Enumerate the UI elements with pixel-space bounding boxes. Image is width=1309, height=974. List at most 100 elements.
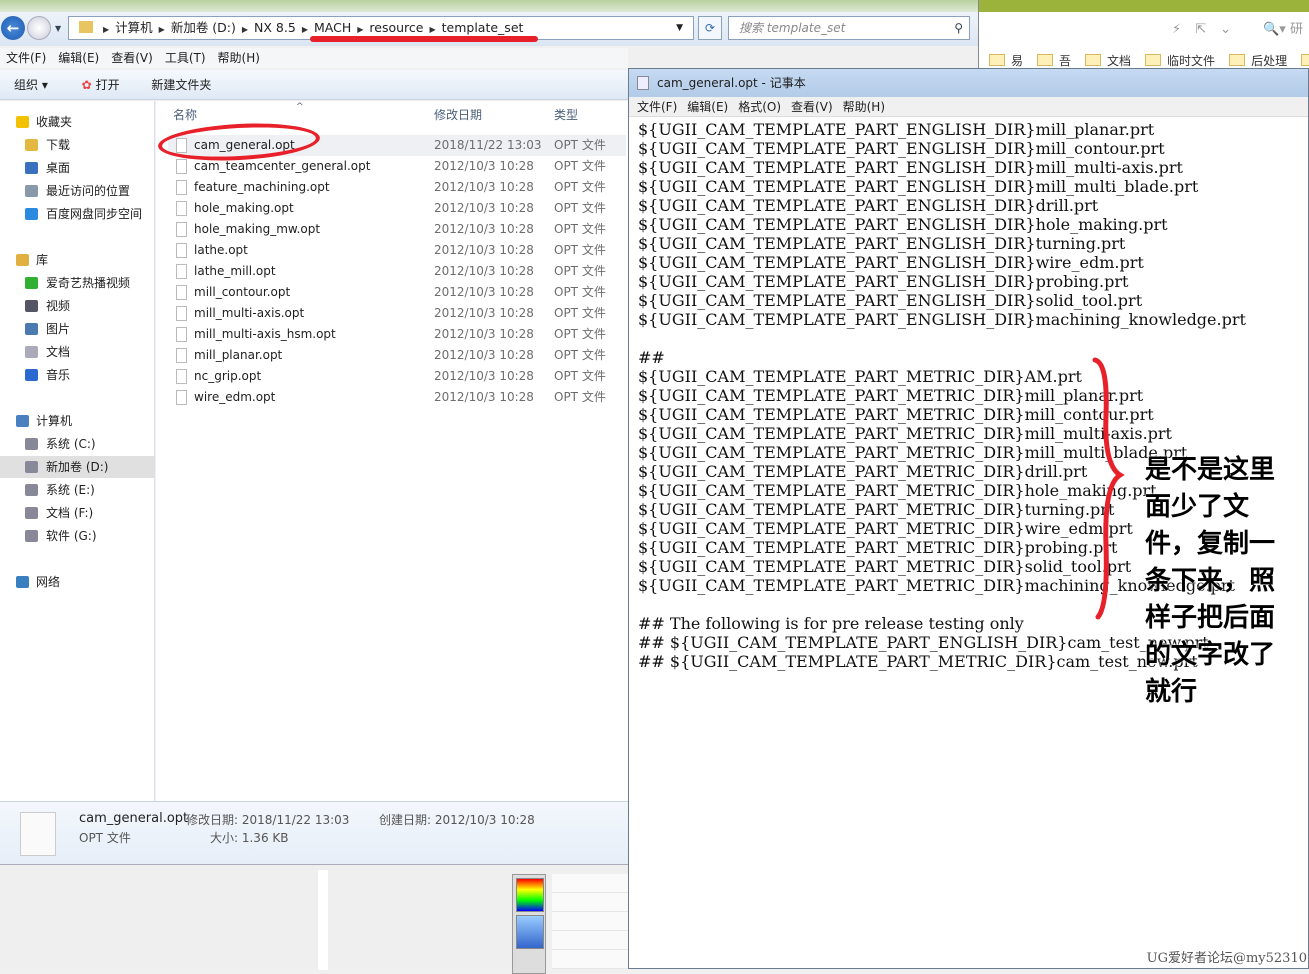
sidebar-item[interactable]: 最近访问的位置 — [0, 180, 154, 202]
notepad-menu-item[interactable]: 帮助(H) — [843, 100, 885, 114]
menu-item[interactable]: 文件(F) — [6, 51, 46, 65]
background-browser-window: ⚡⇱⌄ 🔍▾ 研 易吾文档临时文件后处理爱 — [978, 0, 1309, 70]
color-tool-icon[interactable] — [516, 878, 544, 912]
file-row[interactable]: hole_making.opt 2012/10/3 10:28 OPT 文件 — [168, 198, 626, 219]
sidebar-item-icon — [25, 300, 38, 312]
sidebar-item[interactable]: 文档 — [0, 341, 154, 363]
sidebar-item-label: 新加卷 (D:) — [46, 460, 109, 474]
notepad-menu-item[interactable]: 编辑(E) — [687, 100, 728, 114]
sidebar-item-icon — [16, 415, 29, 427]
breadcrumb-item[interactable]: resource — [369, 20, 423, 35]
sidebar-item[interactable]: 下载 — [0, 134, 154, 156]
file-row[interactable]: nc_grip.opt 2012/10/3 10:28 OPT 文件 — [168, 366, 626, 387]
breadcrumb-item[interactable]: MACH — [314, 20, 351, 35]
file-name: lathe_mill.opt — [194, 264, 276, 278]
notepad-titlebar[interactable]: cam_general.opt - 记事本 — [629, 69, 1308, 97]
menu-item[interactable]: 编辑(E) — [58, 51, 99, 65]
chevron-right-icon[interactable]: ▶ — [103, 25, 109, 34]
address-dropdown-icon[interactable]: ▼ — [676, 17, 683, 39]
breadcrumb-item[interactable]: NX 8.5 — [254, 20, 296, 35]
file-icon — [176, 285, 187, 300]
sidebar-item[interactable]: 新加卷 (D:) — [0, 456, 154, 478]
sidebar-item[interactable]: 库 — [0, 249, 154, 271]
file-row[interactable]: lathe.opt 2012/10/3 10:28 OPT 文件 — [168, 240, 626, 261]
open-button[interactable]: ✿ 打开 — [82, 78, 120, 92]
notepad-menu-item[interactable]: 查看(V) — [791, 100, 833, 114]
file-type: OPT 文件 — [554, 201, 606, 215]
sidebar-item[interactable]: 网络 — [0, 571, 154, 593]
search-icon: ⚲ — [954, 21, 963, 35]
notepad-menu-item[interactable]: 文件(F) — [637, 100, 677, 114]
sidebar-item-label: 图片 — [46, 322, 71, 336]
sidebar-item-label: 收藏夹 — [36, 115, 73, 129]
file-row[interactable]: mill_contour.opt 2012/10/3 10:28 OPT 文件 — [168, 282, 626, 303]
breadcrumb-item[interactable]: 计算机 — [115, 20, 153, 35]
sidebar-item-label: 文档 (F:) — [46, 506, 94, 520]
file-name: feature_machining.opt — [194, 180, 330, 194]
sidebar-item-label: 视频 — [46, 299, 71, 313]
sidebar-item-icon — [25, 507, 38, 519]
tool-path-icon[interactable] — [516, 915, 544, 949]
notepad-menu-item[interactable]: 格式(O) — [738, 100, 781, 114]
sidebar-item[interactable]: 软件 (G:) — [0, 525, 154, 547]
file-row[interactable]: mill_multi-axis_hsm.opt 2012/10/3 10:28 OP… — [168, 324, 626, 345]
sidebar-item[interactable]: 系统 (E:) — [0, 479, 154, 501]
chevron-right-icon[interactable]: ▶ — [302, 25, 308, 34]
sidebar-item[interactable]: 图片 — [0, 318, 154, 340]
refresh-button[interactable]: ⟳ — [698, 16, 722, 40]
chevron-right-icon[interactable]: ▶ — [357, 25, 363, 34]
chevron-right-icon[interactable]: ▶ — [159, 25, 165, 34]
sidebar-item[interactable]: 计算机 — [0, 410, 154, 432]
menu-item[interactable]: 帮助(H) — [218, 51, 260, 65]
file-row[interactable]: hole_making_mw.opt 2012/10/3 10:28 OPT 文件 — [168, 219, 626, 240]
sidebar-item-label: 最近访问的位置 — [46, 184, 131, 198]
sidebar-item[interactable]: 系统 (C:) — [0, 433, 154, 455]
sidebar-item[interactable]: 百度网盘同步空间 — [0, 203, 154, 225]
sidebar-item[interactable]: 文档 (F:) — [0, 502, 154, 524]
menu-item[interactable]: 工具(T) — [165, 51, 206, 65]
chevron-right-icon[interactable]: ▶ — [429, 25, 435, 34]
sidebar-item[interactable]: 收藏夹 — [0, 111, 154, 133]
bookmark-item[interactable]: 吾 — [1037, 54, 1071, 68]
organize-button[interactable]: 组织 ▾ — [14, 78, 48, 92]
breadcrumb-item[interactable]: template_set — [442, 20, 524, 35]
sidebar-item-label: 计算机 — [36, 414, 73, 428]
back-button[interactable]: ← — [1, 16, 25, 40]
sidebar-item-icon — [25, 139, 38, 151]
file-row[interactable]: feature_machining.opt 2012/10/3 10:28 OPT … — [168, 177, 626, 198]
breadcrumb-item[interactable]: 新加卷 (D:) — [171, 20, 236, 35]
file-row[interactable]: mill_multi-axis.opt 2012/10/3 10:28 OPT 文件 — [168, 303, 626, 324]
sidebar-item-icon — [25, 530, 38, 542]
file-name: mill_multi-axis_hsm.opt — [194, 327, 336, 341]
chevron-right-icon[interactable]: ▶ — [242, 25, 248, 34]
sidebar-item-icon — [16, 116, 29, 128]
sidebar-item-label: 下载 — [46, 138, 71, 152]
column-date[interactable]: 修改日期 — [434, 101, 482, 129]
bookmark-item[interactable]: 易 — [989, 54, 1023, 68]
forward-button[interactable] — [27, 16, 51, 40]
sidebar-item[interactable]: 爱奇艺热播视频 — [0, 272, 154, 294]
file-date: 2012/10/3 10:28 — [434, 327, 534, 341]
explorer-toolbar: 组织 ▾ ✿ 打开 新建文件夹 — [0, 70, 628, 100]
bookmark-item[interactable]: 爱 — [1301, 54, 1309, 68]
file-name: nc_grip.opt — [194, 369, 262, 383]
details-created: 创建日期: 2012/10/3 10:28 — [379, 813, 535, 827]
bookmark-item[interactable]: 文档 — [1085, 54, 1131, 68]
file-date: 2012/10/3 10:28 — [434, 243, 534, 257]
notepad-menu-bar: 文件(F) 编辑(E) 格式(O) 查看(V) 帮助(H) — [629, 97, 1308, 117]
file-row[interactable]: wire_edm.opt 2012/10/3 10:28 OPT 文件 — [168, 387, 626, 408]
sidebar-item[interactable]: 桌面 — [0, 157, 154, 179]
sidebar-item-icon — [25, 438, 38, 450]
sidebar-item[interactable]: 视频 — [0, 295, 154, 317]
column-name[interactable]: 名称 — [173, 101, 197, 129]
history-dropdown-icon[interactable]: ▼ — [55, 24, 61, 33]
column-type[interactable]: 类型 — [554, 101, 578, 129]
file-row[interactable]: lathe_mill.opt 2012/10/3 10:28 OPT 文件 — [168, 261, 626, 282]
sidebar-item[interactable]: 音乐 — [0, 364, 154, 386]
search-input[interactable]: 搜索 template_set ⚲ — [728, 16, 970, 40]
file-row[interactable]: mill_planar.opt 2012/10/3 10:28 OPT 文件 — [168, 345, 626, 366]
new-folder-button[interactable]: 新建文件夹 — [151, 78, 211, 92]
menu-item[interactable]: 查看(V) — [111, 51, 153, 65]
bookmark-item[interactable]: 后处理 — [1229, 54, 1287, 68]
bookmark-item[interactable]: 临时文件 — [1145, 54, 1215, 68]
